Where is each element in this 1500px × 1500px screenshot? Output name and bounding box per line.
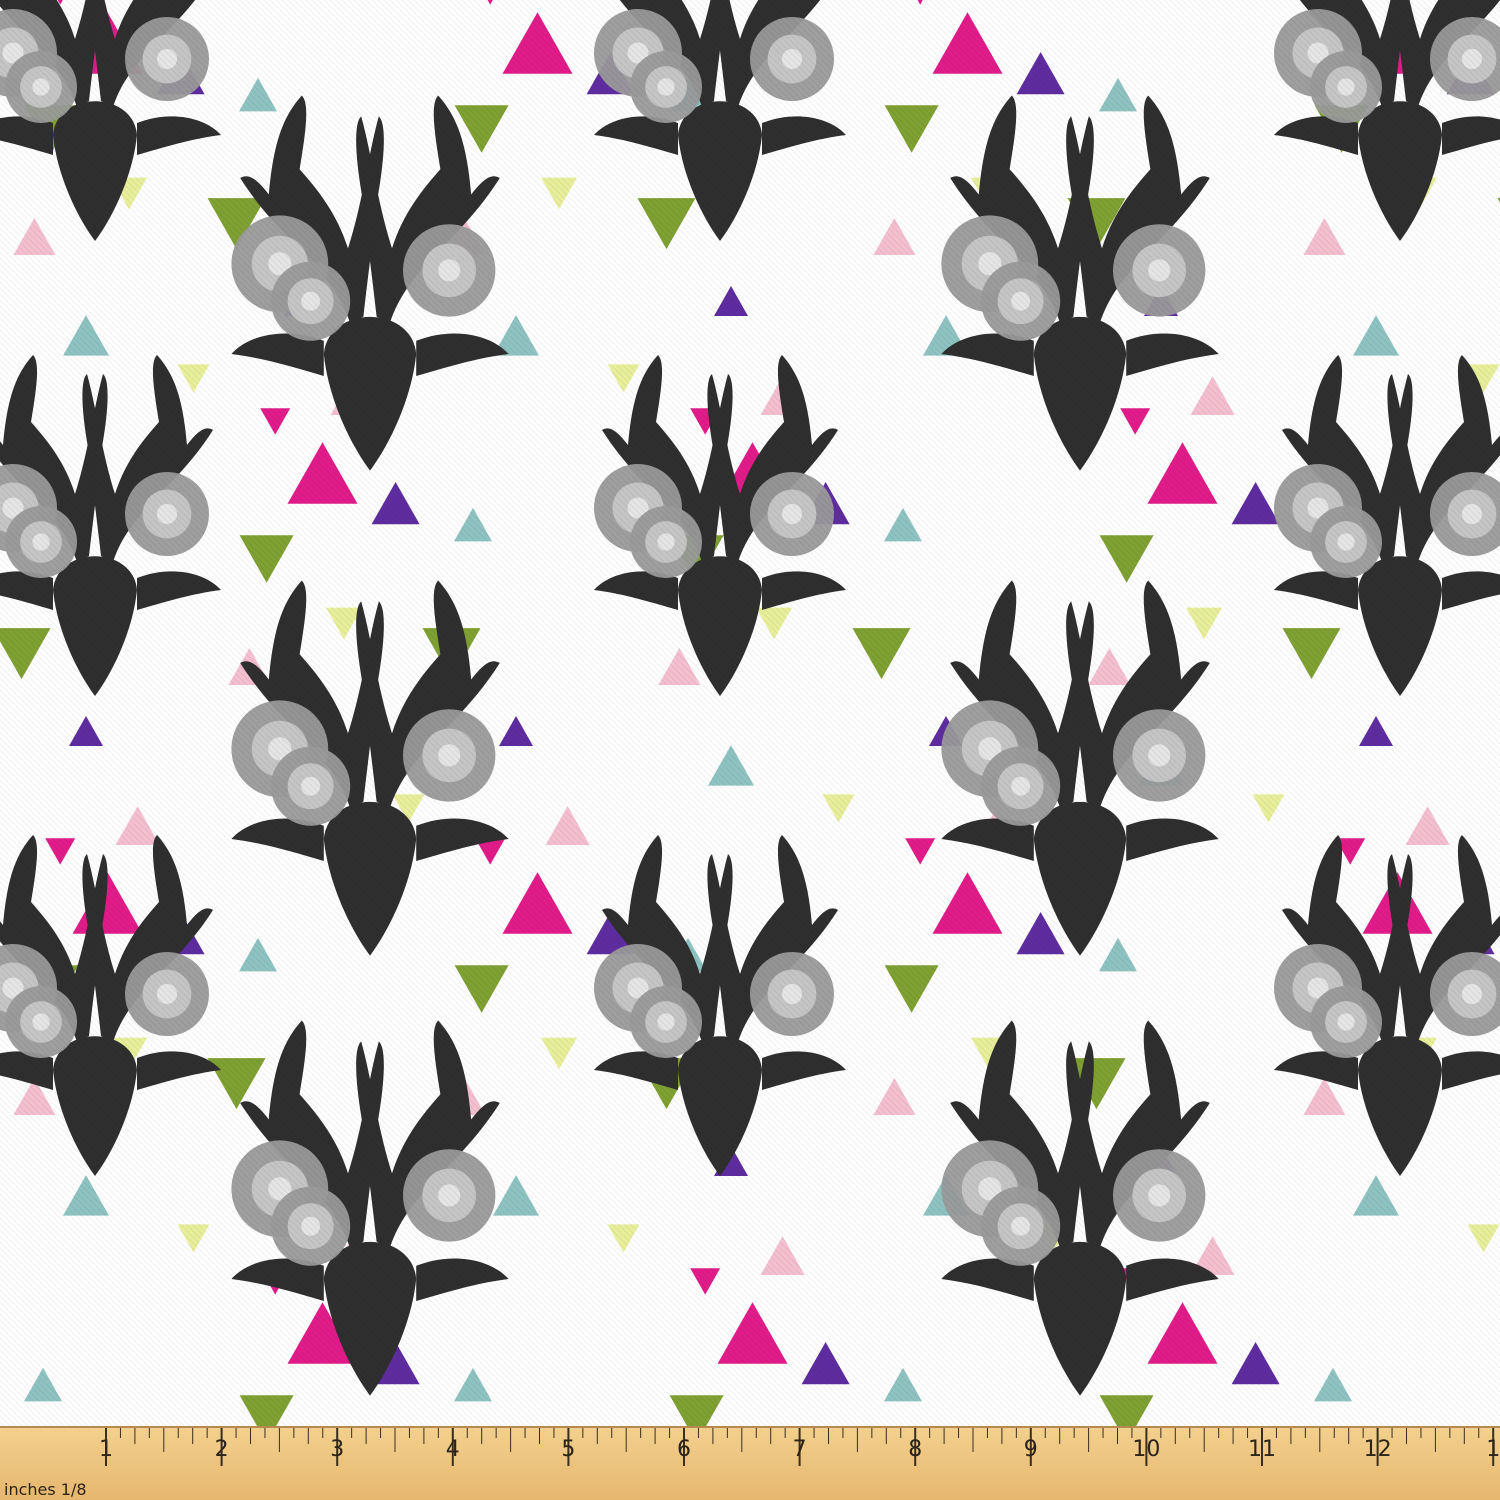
ruler-number: 1 xyxy=(1486,1437,1500,1462)
ruler-number: 1 xyxy=(99,1437,113,1462)
fabric-pattern xyxy=(0,0,1500,1443)
ruler-number: 9 xyxy=(1024,1437,1038,1462)
ruler-number: 7 xyxy=(793,1437,807,1462)
ruler-unit-label: inches 1/8 xyxy=(4,1480,87,1499)
ruler-number: 5 xyxy=(561,1437,575,1462)
fabric-swatch-scene: 1 2 3 4 5 6 7 8 9 10 11 12 1 inches 1/8 xyxy=(0,0,1500,1500)
measuring-ruler: 1 2 3 4 5 6 7 8 9 10 11 12 1 inches 1/8 xyxy=(0,1426,1500,1500)
ruler-number: 12 xyxy=(1364,1437,1392,1462)
ruler-number: 11 xyxy=(1248,1437,1276,1462)
ruler-number: 6 xyxy=(677,1437,691,1462)
ruler-number: 3 xyxy=(330,1437,344,1462)
ruler-number: 10 xyxy=(1132,1437,1160,1462)
ruler-number: 8 xyxy=(908,1437,922,1462)
fabric-texture xyxy=(0,0,1500,1426)
ruler-number: 4 xyxy=(446,1437,460,1462)
ruler-number: 2 xyxy=(215,1437,229,1462)
